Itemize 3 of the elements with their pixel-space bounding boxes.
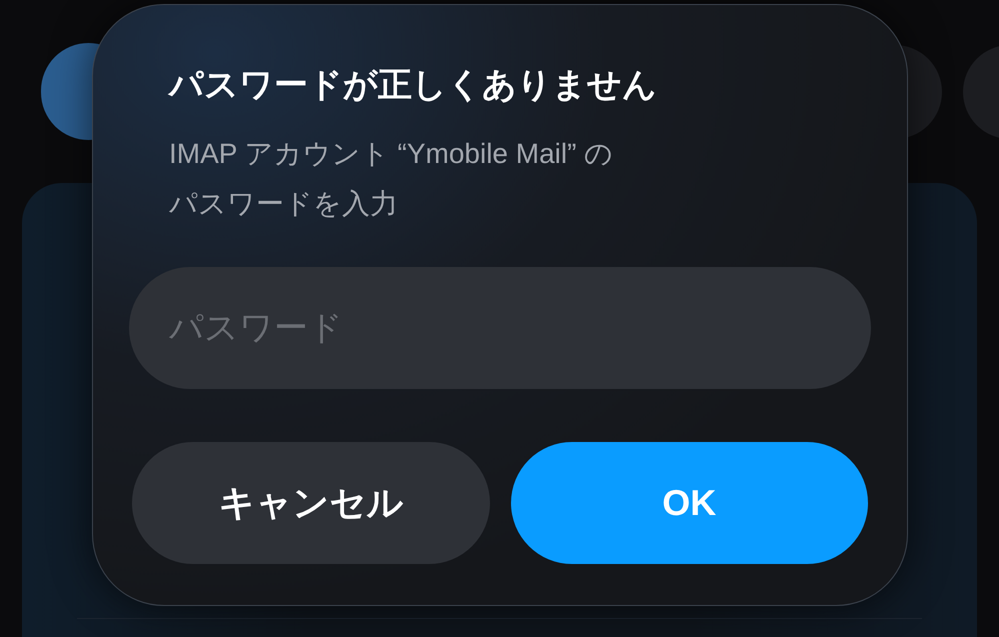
dialog-message: IMAP アカウント “Ymobile Mail” のパスワードを入力 [169, 137, 614, 221]
cancel-button[interactable]: キャンセル [132, 442, 490, 564]
dialog-title: パスワードが正しくありません [169, 65, 658, 106]
